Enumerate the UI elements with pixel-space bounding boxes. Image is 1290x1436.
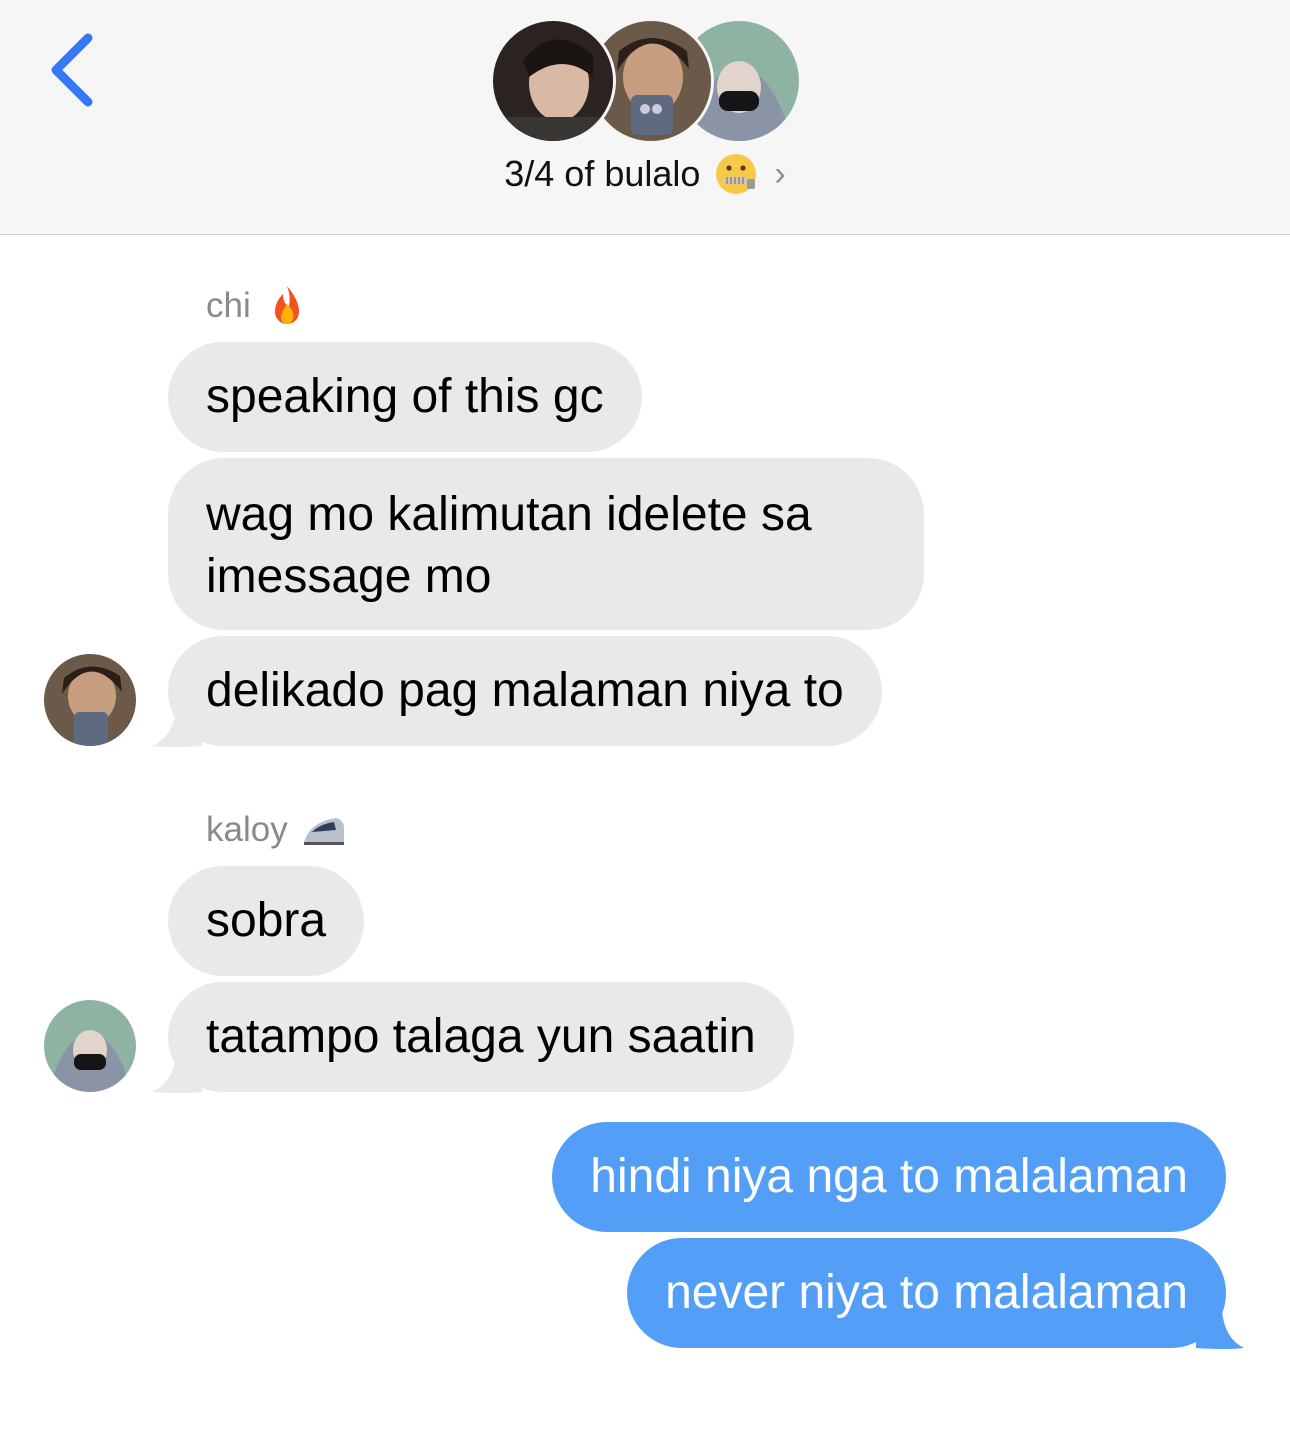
- message-bubble[interactable]: tatampo talaga yun saatin: [168, 982, 794, 1092]
- message-bubble[interactable]: wag mo kalimutan idelete sa imessage mo: [168, 458, 924, 630]
- bubble-tail: [1196, 1310, 1246, 1350]
- fire-icon: [265, 284, 309, 328]
- zipper-mouth-face-icon: [714, 152, 758, 196]
- message-text: never niya to malalaman: [665, 1266, 1188, 1319]
- avatar: [490, 18, 616, 144]
- group-name: 3/4 of bulalo: [504, 153, 701, 194]
- group-avatars[interactable]: [490, 18, 802, 144]
- sender-name: kaloy: [206, 810, 288, 849]
- message-text: wag mo kalimutan idelete sa imessage mo: [206, 488, 812, 603]
- message-text: hindi niya nga to malalaman: [590, 1150, 1188, 1203]
- chevron-right-icon: ›: [774, 154, 786, 193]
- sender-label: chi: [206, 284, 309, 328]
- sender-name: chi: [206, 286, 251, 325]
- message-text: sobra: [206, 894, 327, 947]
- message-bubble-outgoing[interactable]: never niya to malalaman: [627, 1238, 1226, 1348]
- message-text: speaking of this gc: [206, 370, 604, 423]
- bubble-tail: [152, 1054, 202, 1094]
- message-text: delikado pag malaman niya to: [206, 664, 844, 717]
- message-bubble[interactable]: delikado pag malaman niya to: [168, 636, 882, 746]
- message-text: tatampo talaga yun saatin: [206, 1010, 756, 1063]
- message-bubble-outgoing[interactable]: hindi niya nga to malalaman: [552, 1122, 1226, 1232]
- conversation-header: 3/4 of bulalo ›: [0, 0, 1290, 235]
- avatar[interactable]: [44, 654, 136, 746]
- avatar[interactable]: [44, 1000, 136, 1092]
- message-bubble[interactable]: speaking of this gc: [168, 342, 642, 452]
- message-bubble[interactable]: sobra: [168, 866, 365, 976]
- back-button[interactable]: [40, 28, 110, 112]
- sender-label: kaloy: [206, 808, 346, 852]
- chevron-left-icon: [51, 33, 93, 107]
- bullet-train-icon: [302, 808, 346, 852]
- group-title[interactable]: 3/4 of bulalo ›: [0, 152, 1290, 196]
- bubble-tail: [152, 708, 202, 748]
